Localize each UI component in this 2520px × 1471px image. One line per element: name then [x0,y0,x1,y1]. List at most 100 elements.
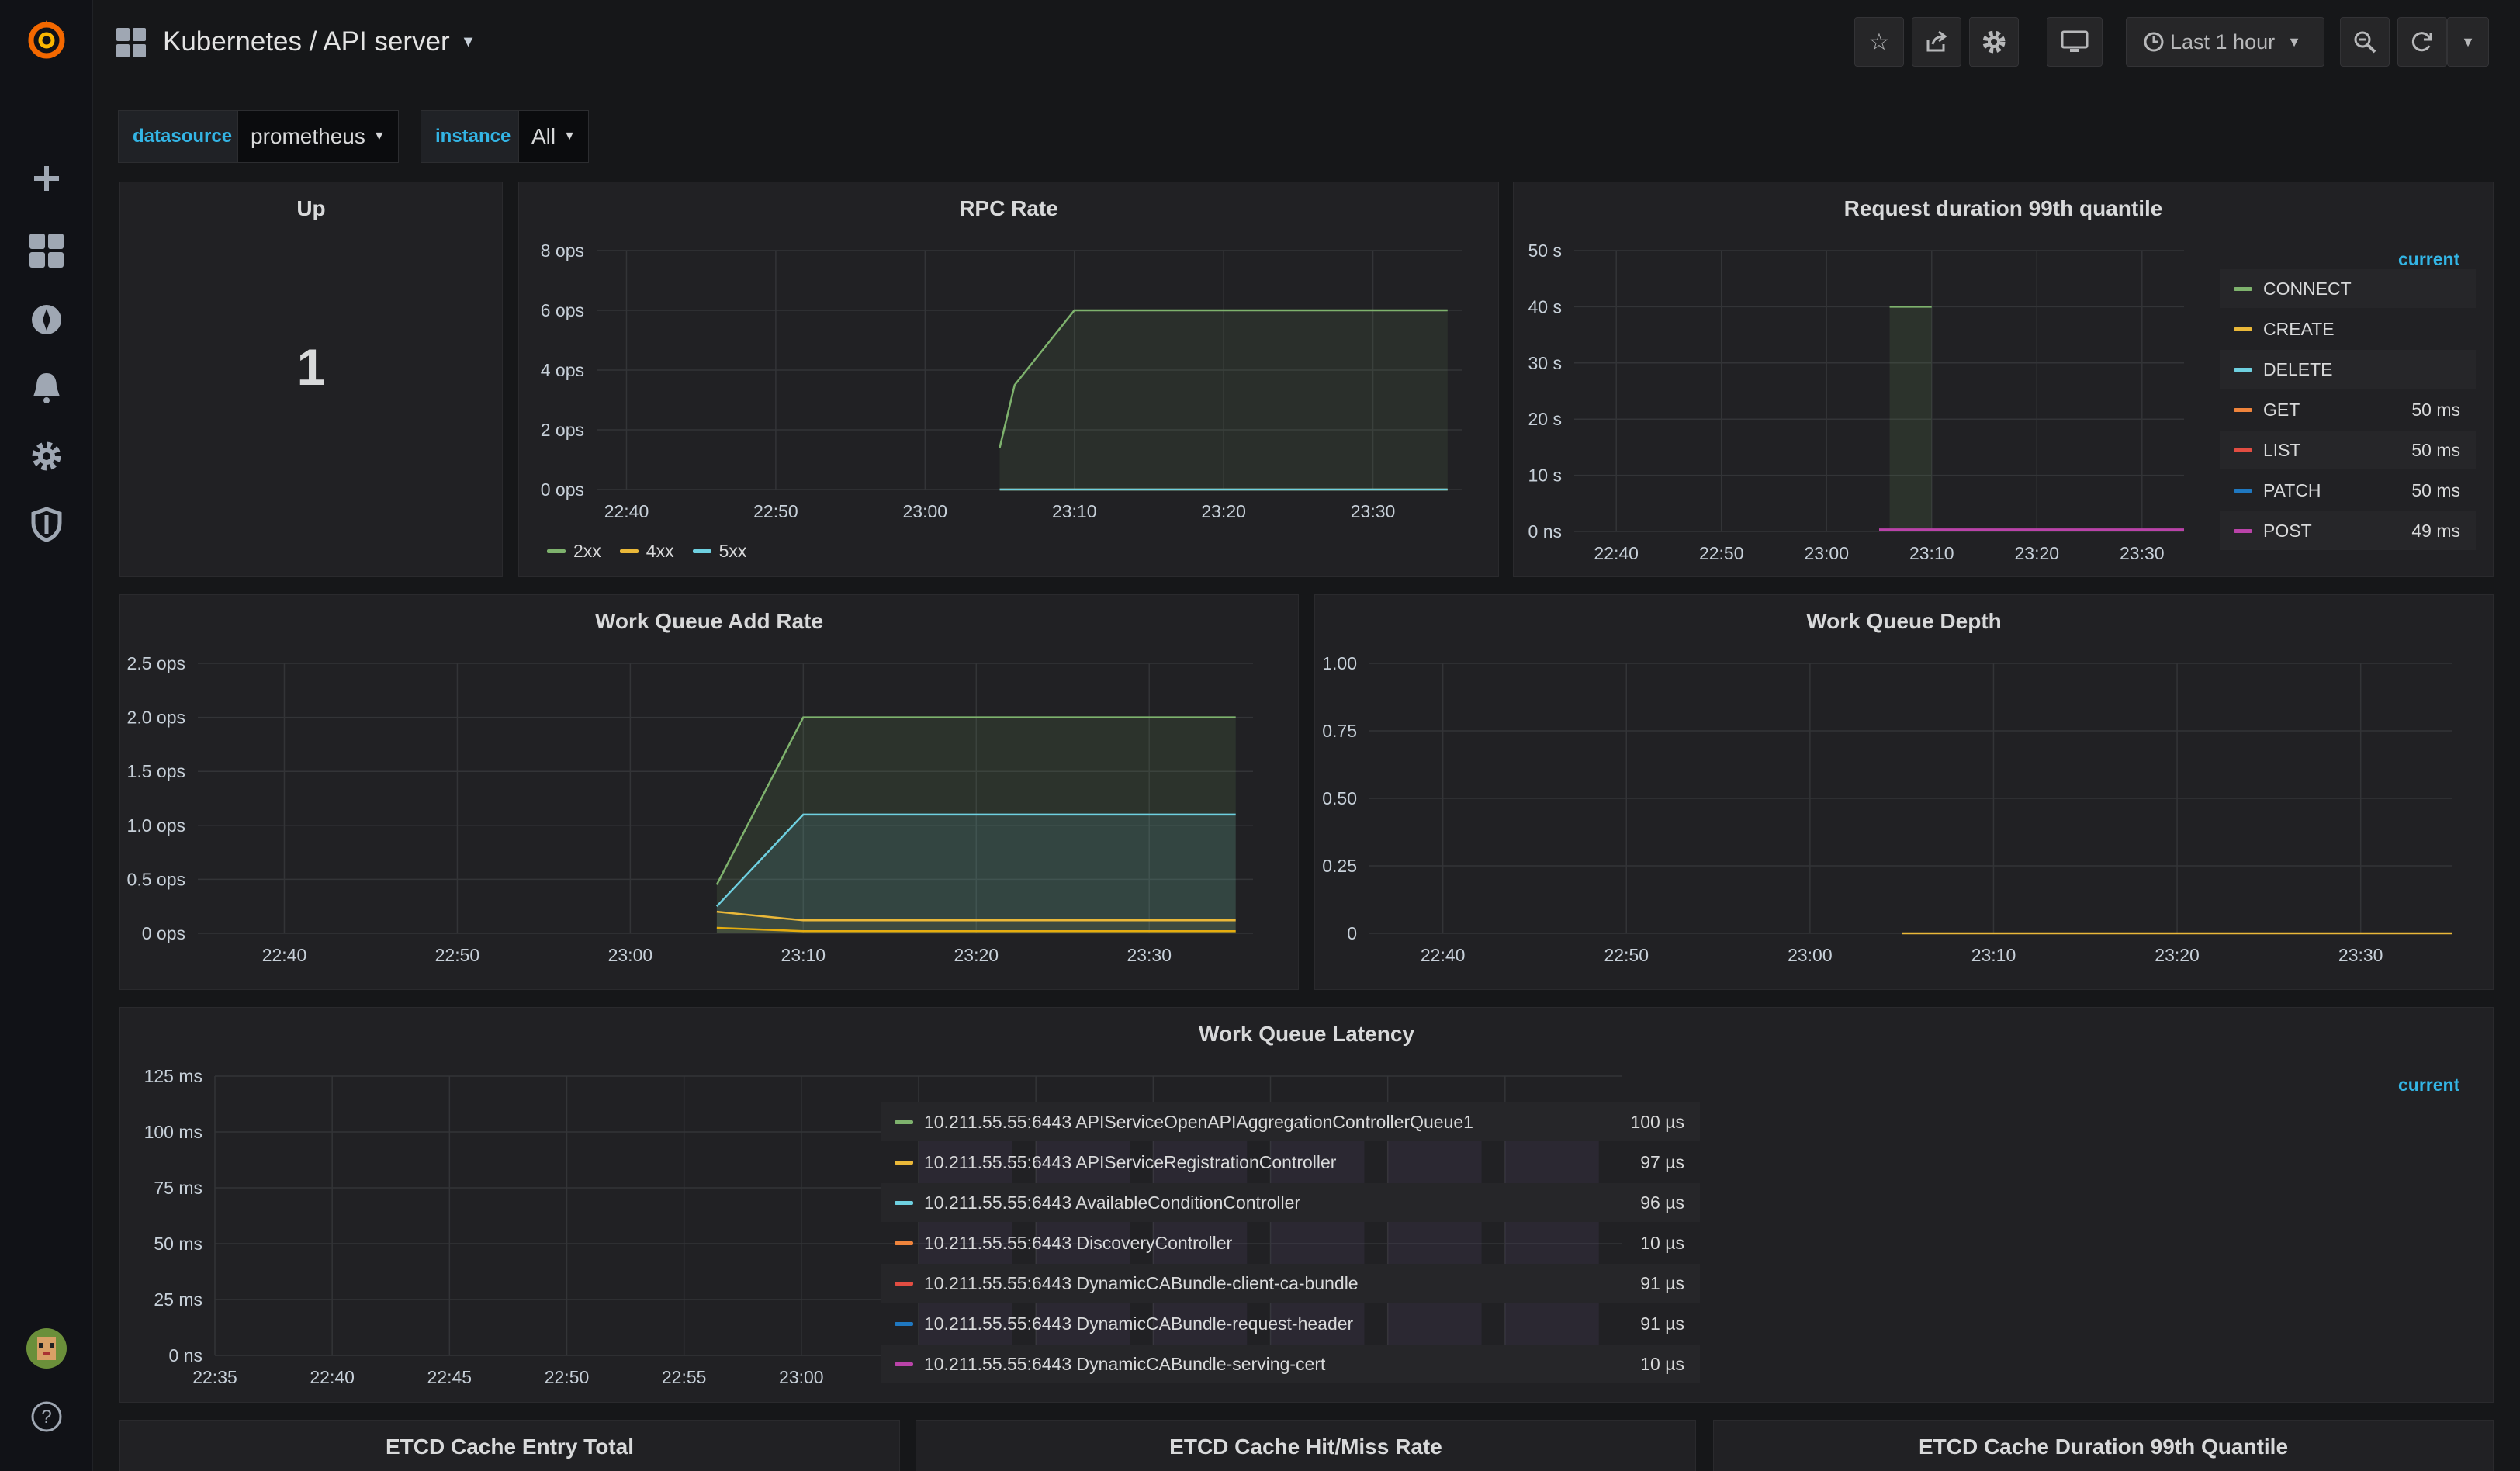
legend-current-value: 96 µs [1640,1192,1684,1213]
x-tick-label: 22:50 [1604,945,1649,965]
legend-label: DELETE [2263,358,2333,379]
variable-datasource-value: prometheus [251,124,365,148]
share-button[interactable] [1912,17,1961,67]
top-navbar: Kubernetes / API server ▼ ☆ Last 1 hour … [93,0,2520,85]
legend-row[interactable]: GET 50 ms [2220,390,2476,429]
legend-row[interactable]: DELETE [2220,350,2476,389]
panel-etcd-cache-hit-miss-rate[interactable]: ETCD Cache Hit/Miss Rate [916,1420,1696,1471]
legend-item[interactable]: 5xx [692,541,746,562]
legend-row[interactable]: 10.211.55.55:6443 DynamicCABundle-client… [881,1264,1700,1303]
legend-row[interactable]: LIST 50 ms [2220,431,2476,469]
panel-request-duration[interactable]: Request duration 99th quantile 0 ns 10 s2… [1513,182,2494,577]
legend-row[interactable]: 10.211.55.55:6443 APIServiceOpenAPIAggre… [881,1102,1700,1141]
plus-icon[interactable] [23,155,70,202]
y-tick-label: 0 ops [142,923,185,943]
legend-current-value: 91 µs [1640,1272,1684,1293]
x-tick-label: 22:40 [262,945,307,965]
y-tick-label: 0 ns [1528,521,1562,542]
panel-up[interactable]: Up 1 [119,182,503,577]
refresh-button[interactable] [2397,17,2447,67]
star-button[interactable]: ☆ [1854,17,1904,67]
legend-swatch [619,549,639,553]
svg-text:?: ? [41,1407,51,1428]
y-tick-label: 40 s [1528,296,1562,317]
panel-work-queue-latency[interactable]: Work Queue Latency 0 ns 25 ms 50 ms 75 ms 10… [119,1007,2494,1403]
y-tick-label: 2.0 ops [127,708,185,728]
legend-row[interactable]: CREATE [2220,310,2476,348]
legend-swatch [895,1321,913,1326]
x-tick-label: 23:20 [1201,501,1246,521]
legend-row[interactable]: 10.211.55.55:6443 APIServiceRegistration… [881,1143,1700,1182]
work-queue-add-rate-chart: 0 ops 0.5 ops 1.0 ops 1.5 ops 2.0 ops 2.5 ops… [127,653,1253,965]
y-tick-label: 75 ms [154,1178,202,1198]
panel-title: ETCD Cache Hit/Miss Rate [1169,1435,1442,1459]
series-connect-fill [1889,306,1932,531]
rpc-rate-legend: 2xx 4xx 5xx [547,541,765,562]
tv-mode-button[interactable] [2047,17,2103,67]
legend-row[interactable]: CONNECT [2220,269,2476,308]
rpc-rate-chart: 0 ops 2 ops 4 ops 6 ops 8 ops 22:40 22:50 23:00… [541,241,1462,521]
legend-current-value: 97 µs [1640,1151,1684,1172]
legend-row[interactable]: 10.211.55.55:6443 DynamicCABundle-servin… [881,1345,1700,1383]
legend-row[interactable]: POST 49 ms [2220,511,2476,550]
legend-label: 10.211.55.55:6443 APIServiceRegistration… [924,1151,1337,1172]
legend-label: 10.211.55.55:6443 DiscoveryController [924,1232,1233,1253]
variable-datasource-select[interactable]: prometheus ▼ [237,110,399,163]
legend-item[interactable]: 4xx [619,541,674,562]
clock-icon [2144,32,2164,52]
dashboards-icon[interactable] [23,227,70,274]
legend-swatch [2234,407,2252,412]
x-tick-label: 23:20 [954,945,999,965]
legend-swatch [895,1362,913,1366]
panel-etcd-cache-duration[interactable]: ETCD Cache Duration 99th Quantile [1713,1420,2494,1471]
panel-rpc-rate[interactable]: RPC Rate 0 ops 2 ops 4 ops 6 ops 8 ops 22:40 2… [518,182,1499,577]
explore-icon[interactable] [23,296,70,343]
legend-swatch [2234,448,2252,452]
alerting-bell-icon[interactable] [23,365,70,411]
x-tick-label: 22:45 [428,1367,472,1387]
legend-row[interactable]: 10.211.55.55:6443 DynamicCABundle-reques… [881,1304,1700,1343]
help-icon[interactable]: ? [23,1393,70,1440]
server-admin-shield-icon[interactable] [23,501,70,548]
panel-work-queue-add-rate[interactable]: Work Queue Add Rate 0 ops 0.5 ops 1.0 ops 1… [119,594,1299,990]
y-tick-label: 30 s [1528,353,1562,373]
settings-button[interactable] [1969,17,2019,67]
legend-current-header: current [2398,1075,2460,1095]
dashboard-grid-icon [116,28,146,61]
legend-current-value: 50 ms [2411,479,2460,500]
configuration-gear-icon[interactable] [23,433,70,479]
share-icon [1926,30,1947,52]
time-range-picker[interactable]: Last 1 hour ▼ [2126,17,2324,67]
legend-label: 10.211.55.55:6443 DynamicCABundle-client… [924,1272,1359,1293]
y-tick-label: 0 [1347,923,1357,943]
time-range-label: Last 1 hour [2170,29,2276,54]
dashboard-title-breadcrumb[interactable]: Kubernetes / API server ▼ [163,26,476,57]
x-tick-label: 23:10 [1052,501,1097,521]
star-icon: ☆ [1868,29,1890,55]
panel-title: ETCD Cache Entry Total [386,1435,634,1459]
x-tick-label: 22:55 [662,1367,707,1387]
panel-etcd-cache-entry-total[interactable]: ETCD Cache Entry Total [119,1420,900,1471]
legend-current-value: 10 µs [1640,1232,1684,1253]
variable-datasource-label: datasource [118,110,247,163]
legend-swatch [895,1200,913,1205]
legend-item[interactable]: 2xx [547,541,601,562]
y-tick-label: 0.50 [1322,788,1357,808]
panel-work-queue-depth[interactable]: Work Queue Depth 0 0.25 0.50 0.75 1.00 22:40 2… [1314,594,2494,990]
variable-instance-select[interactable]: All ▼ [518,110,589,163]
refresh-interval-dropdown[interactable]: ▼ [2447,17,2489,67]
grafana-logo-icon[interactable] [23,17,70,64]
x-tick-label: 23:10 [1971,945,2016,965]
monitor-icon [2061,30,2089,52]
legend-row[interactable]: 10.211.55.55:6443 DiscoveryController 10 … [881,1224,1700,1262]
zoom-out-button[interactable] [2340,17,2390,67]
user-avatar[interactable] [23,1325,70,1372]
legend-current-value: 91 µs [1640,1313,1684,1334]
legend-label: 10.211.55.55:6443 AvailableConditionCont… [924,1192,1301,1213]
x-tick-label: 23:30 [1351,501,1396,521]
legend-label: CONNECT [2263,278,2352,299]
legend-swatch [2234,367,2252,372]
legend-row[interactable]: PATCH 50 ms [2220,471,2476,510]
legend-row[interactable]: 10.211.55.55:6443 AvailableConditionCont… [881,1183,1700,1222]
x-tick-label: 22:40 [604,501,649,521]
